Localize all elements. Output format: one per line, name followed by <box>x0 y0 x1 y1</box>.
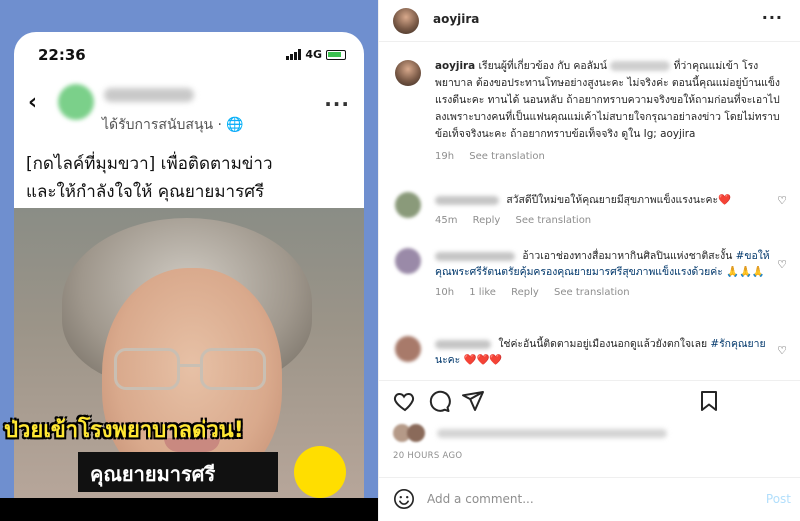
fb-post-line: [กดไลค์ที่มุมขวา] เพื่อติดตามข่าว <box>26 154 273 174</box>
network-label: 4G <box>305 48 322 61</box>
yellow-badge <box>294 446 346 498</box>
see-translation-link[interactable]: See translation <box>554 287 630 298</box>
page-avatar <box>58 84 94 120</box>
see-translation-link[interactable]: See translation <box>516 215 592 226</box>
header-username[interactable]: aoyjira <box>433 12 479 26</box>
comment-item: ใช่ค่ะอันนี้ติดตามอยู่เมืองนอกดูแล้วยังต… <box>395 336 795 376</box>
post-header: aoyjira ··· <box>379 0 800 42</box>
comment-time: 45m <box>435 215 458 226</box>
comment-meta: 10h 1 like Reply See translation <box>435 285 775 301</box>
avatar[interactable] <box>393 8 419 34</box>
post-media[interactable]: 22:36 4G ‹ ได้รับการสนับสนุน · 🌐 ··· [กด… <box>0 0 378 521</box>
post-time-ago: 20 HOURS AGO <box>393 451 463 461</box>
post-panel: aoyjira ··· aoyjira เรียนผู้ที่เกี่ยวข้อ… <box>378 0 800 521</box>
comment-like-icon[interactable]: ♡ <box>777 194 787 207</box>
comment-avatar[interactable] <box>395 336 421 362</box>
reply-button[interactable]: Reply <box>473 215 501 226</box>
heart-icon[interactable] <box>393 389 417 413</box>
comment-likes[interactable]: 1 like <box>469 287 496 298</box>
battery-icon <box>326 49 346 60</box>
comment-like-icon[interactable]: ♡ <box>777 258 787 271</box>
signal-icon <box>286 49 302 60</box>
glasses-bridge <box>180 364 200 367</box>
glasses-lens <box>200 348 266 390</box>
action-bar <box>379 380 800 420</box>
comment-input[interactable] <box>427 488 727 510</box>
comment-body: อ้าวเอาช่องทางสื่อมาหากินศิลปินแห่งชาติส… <box>435 248 775 301</box>
emoji-icon[interactable] <box>393 488 415 510</box>
caption-meta: 19h See translation <box>435 148 787 165</box>
glasses-lens <box>114 348 180 390</box>
more-options-icon[interactable]: ··· <box>762 8 783 27</box>
comment-icon[interactable] <box>427 389 451 413</box>
comment-username-blurred[interactable] <box>435 251 515 261</box>
comment-text: ใช่ค่ะอันนี้ติดตามอยู่เมืองนอกดูแล้วยังต… <box>498 338 708 350</box>
comment-text: อ้าวเอาช่องทางสื่อมาหากินศิลปินแห่งชาติส… <box>522 250 733 262</box>
caption-text: aoyjira เรียนผู้ที่เกี่ยวข้อง กับ คอลัมน… <box>435 58 787 165</box>
bookmark-icon[interactable] <box>697 389 721 413</box>
comment-text: สวัสดีปีใหม่ขอให้คุณยายมีสุขภาพแข็งแรงนะ… <box>506 194 732 206</box>
headline-banner: ป่วยเข้าโรงพยาบาลด่วน! <box>4 418 244 443</box>
share-icon[interactable] <box>461 389 485 413</box>
more-icon: ··· <box>324 92 350 116</box>
caption-time: 19h <box>435 151 455 162</box>
comment-like-icon[interactable]: ♡ <box>777 344 787 357</box>
post-button[interactable]: Post <box>766 492 791 506</box>
name-banner: คุณยายมารศรี <box>78 452 278 492</box>
sponsored-label: ได้รับการสนับสนุน · 🌐 <box>102 117 244 133</box>
liked-by-text-blurred <box>437 429 667 438</box>
back-icon: ‹ <box>28 90 38 115</box>
caption-body-a: เรียนผู้ที่เกี่ยวข้อง กับ คอลัมน์ <box>478 60 607 72</box>
see-translation-link[interactable]: See translation <box>469 151 545 162</box>
caption-body-b: ที่ว่าคุณแม่เข้า โรงพยาบาล ต้องขอประทานโ… <box>435 60 780 140</box>
comment-emoji: 🙏🙏🙏 <box>726 266 765 278</box>
fb-post-line: และให้กำลังใจให้ คุณยายมารศรี <box>26 182 265 202</box>
page-name-blurred <box>104 88 194 102</box>
comment-avatar[interactable] <box>395 248 421 274</box>
caption-avatar[interactable] <box>395 60 421 86</box>
liker-avatar <box>407 424 425 442</box>
comment-body: ใช่ค่ะอันนี้ติดตามอยู่เมืองนอกดูแล้วยังต… <box>435 336 775 368</box>
reply-button[interactable]: Reply <box>511 287 539 298</box>
fb-post-text: [กดไลค์ที่มุมขวา] เพื่อติดตามข่าว และให้… <box>26 150 356 206</box>
add-comment-bar: Post <box>379 477 800 521</box>
comment-avatar[interactable] <box>395 192 421 218</box>
caption-username[interactable]: aoyjira <box>435 60 475 72</box>
blurred-column-name <box>610 61 671 71</box>
comment-time: 10h <box>435 287 455 298</box>
comment-username-blurred[interactable] <box>435 339 491 349</box>
status-time: 22:36 <box>38 46 86 64</box>
status-icons: 4G <box>286 48 346 61</box>
comment-emoji: ❤️❤️❤️ <box>463 354 503 366</box>
comment-item: สวัสดีปีใหม่ขอให้คุณยายมีสุขภาพแข็งแรงนะ… <box>395 192 795 232</box>
comment-body: สวัสดีปีใหม่ขอให้คุณยายมีสุขภาพแข็งแรงนะ… <box>435 192 775 229</box>
liked-by-row[interactable] <box>393 424 693 444</box>
comment-meta: 45m Reply See translation <box>435 213 775 229</box>
comment-username-blurred[interactable] <box>435 195 499 205</box>
comment-item: อ้าวเอาช่องทางสื่อมาหากินศิลปินแห่งชาติส… <box>395 248 795 318</box>
